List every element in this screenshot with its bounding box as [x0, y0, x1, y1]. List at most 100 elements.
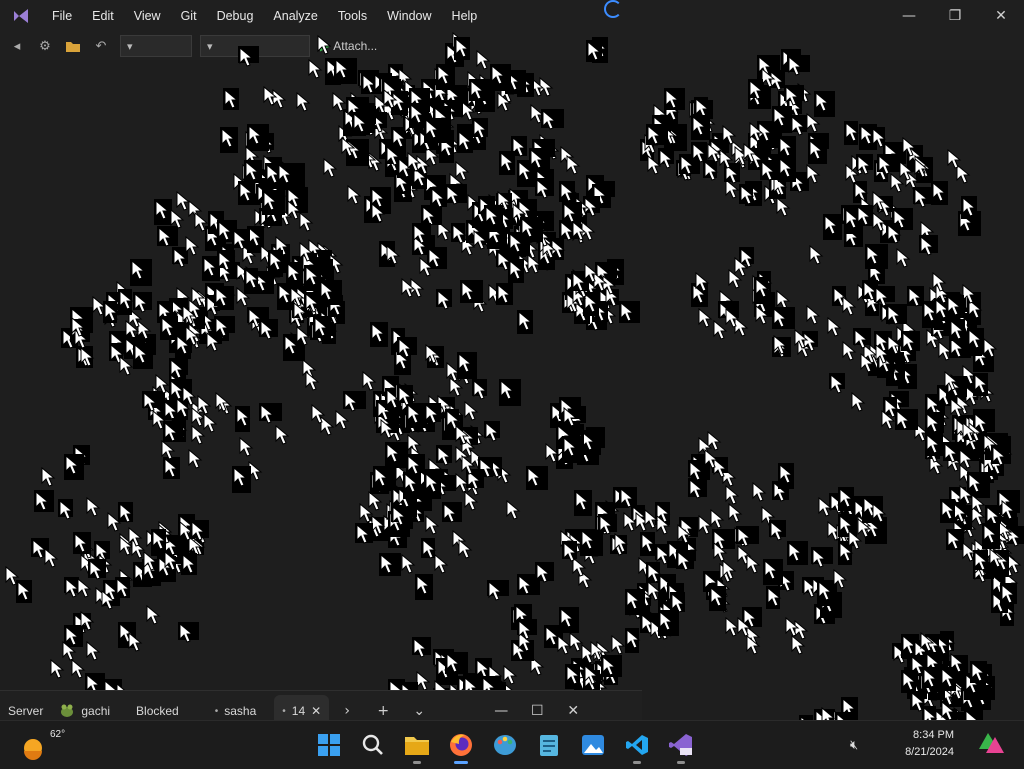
- cursor-artifact: [953, 520, 968, 541]
- cursor-artifact: [862, 280, 878, 301]
- cursor-artifact: [116, 280, 131, 301]
- visual-studio-icon[interactable]: [660, 725, 702, 765]
- cursor-artifact: [586, 286, 608, 312]
- minimize-button[interactable]: —: [886, 0, 932, 32]
- cursor-artifact: [286, 262, 303, 289]
- close-tab-icon[interactable]: ✕: [311, 704, 321, 718]
- cursor-artifact: [940, 499, 956, 523]
- cursor-artifact: [560, 400, 575, 421]
- cursor-artifact: [458, 364, 473, 385]
- cursor-artifact: [1004, 571, 1019, 592]
- notification-app-icon[interactable]: [976, 729, 1006, 759]
- cursor-artifact: [413, 106, 428, 127]
- cursor-artifact: [169, 367, 185, 388]
- cursor-artifact: [263, 154, 278, 175]
- weather-widget[interactable]: 62°: [18, 727, 68, 765]
- cursor-artifact: [401, 553, 416, 574]
- menu-debug[interactable]: Debug: [207, 0, 264, 32]
- cursor-artifact: [737, 616, 752, 637]
- cursor-artifact: [586, 310, 607, 331]
- cursor-artifact: [656, 619, 671, 640]
- file-explorer-icon[interactable]: [396, 725, 438, 765]
- menu-tools[interactable]: Tools: [328, 0, 377, 32]
- cursor-artifact: [655, 502, 671, 525]
- cursor-artifact: [997, 442, 1013, 464]
- cursor-artifact: [677, 523, 692, 544]
- search-icon[interactable]: [352, 725, 394, 765]
- start-icon[interactable]: [308, 725, 350, 765]
- cursor-artifact: [574, 301, 590, 324]
- cursor-artifact: [445, 184, 467, 205]
- menu-view[interactable]: View: [124, 0, 171, 32]
- cursor-artifact: [916, 157, 933, 183]
- menu-window[interactable]: Window: [377, 0, 441, 32]
- cursor-artifact: [935, 283, 950, 304]
- cursor-artifact: [1007, 553, 1022, 574]
- undo-icon[interactable]: ↶: [90, 35, 112, 57]
- cursor-artifact: [172, 418, 188, 442]
- menu-help[interactable]: Help: [442, 0, 488, 32]
- cursor-artifact: [929, 418, 944, 439]
- platform-dropdown[interactable]: ▾: [200, 35, 310, 57]
- cursor-artifact: [728, 502, 743, 523]
- menu-analyze[interactable]: Analyze: [263, 0, 327, 32]
- cursor-artifact: [923, 688, 938, 709]
- cursor-artifact: [364, 196, 381, 223]
- cursor-artifact: [205, 295, 221, 316]
- speaker-muted-icon[interactable]: 🔇︎: [850, 738, 858, 753]
- cursor-artifact: [404, 178, 419, 199]
- paint-icon[interactable]: [484, 725, 526, 765]
- menu-file[interactable]: File: [42, 0, 82, 32]
- cursor-artifact: [952, 313, 968, 334]
- notepad-icon[interactable]: [528, 725, 570, 765]
- cursor-artifact: [289, 307, 305, 328]
- cursor-artifact: [176, 190, 191, 211]
- cursor-artifact: [746, 625, 761, 646]
- cursor-artifact: [991, 445, 1009, 466]
- cursor-artifact: [61, 328, 78, 349]
- cursor-artifact: [817, 580, 837, 606]
- cursor-artifact: [709, 139, 726, 160]
- cursor-artifact: [299, 298, 314, 319]
- cursor-artifact: [623, 511, 638, 532]
- cursor-artifact: [658, 604, 674, 631]
- cursor-artifact: [499, 151, 515, 175]
- cursor-artifact: [74, 613, 89, 634]
- cursor-artifact: [41, 466, 56, 487]
- cursor-artifact: [563, 406, 578, 427]
- cursor-artifact: [142, 559, 161, 586]
- open-folder-icon[interactable]: [62, 35, 84, 57]
- cursor-artifact: [259, 133, 275, 154]
- attach-button[interactable]: ▶ Attach...: [320, 39, 377, 53]
- cursor-artifact: [892, 208, 913, 230]
- close-button[interactable]: ✕: [978, 0, 1024, 32]
- cursor-artifact: [442, 100, 463, 121]
- menu-edit[interactable]: Edit: [82, 0, 124, 32]
- cursor-artifact: [653, 103, 668, 124]
- cursor-artifact: [572, 220, 587, 241]
- cursor-artifact: [874, 160, 890, 182]
- cursor-artifact: [308, 265, 323, 286]
- taskbar-clock[interactable]: 8:34 PM 8/21/2024: [884, 727, 954, 761]
- restore-button[interactable]: ❐: [932, 0, 978, 32]
- cursor-artifact: [557, 634, 572, 655]
- cursor-artifact: [868, 349, 888, 376]
- cursor-artifact: [178, 514, 195, 539]
- cursor-artifact: [409, 88, 430, 112]
- cursor-artifact: [719, 289, 734, 310]
- configuration-dropdown[interactable]: ▾: [120, 35, 192, 57]
- back-icon[interactable]: ◂: [6, 35, 28, 57]
- cursor-artifact: [806, 163, 821, 184]
- firefox-icon[interactable]: [440, 725, 482, 765]
- vscode-icon[interactable]: [616, 725, 658, 765]
- cursor-artifact: [689, 100, 704, 121]
- menu-git[interactable]: Git: [171, 0, 207, 32]
- cursor-artifact: [562, 193, 579, 214]
- cursor-artifact: [76, 346, 93, 368]
- cursor-artifact: [232, 229, 250, 250]
- cursor-artifact: [640, 613, 663, 634]
- cursor-artifact: [746, 553, 761, 574]
- photos-icon[interactable]: [572, 725, 614, 765]
- cursor-artifact: [199, 319, 222, 344]
- settings-icon[interactable]: ⚙: [34, 35, 56, 57]
